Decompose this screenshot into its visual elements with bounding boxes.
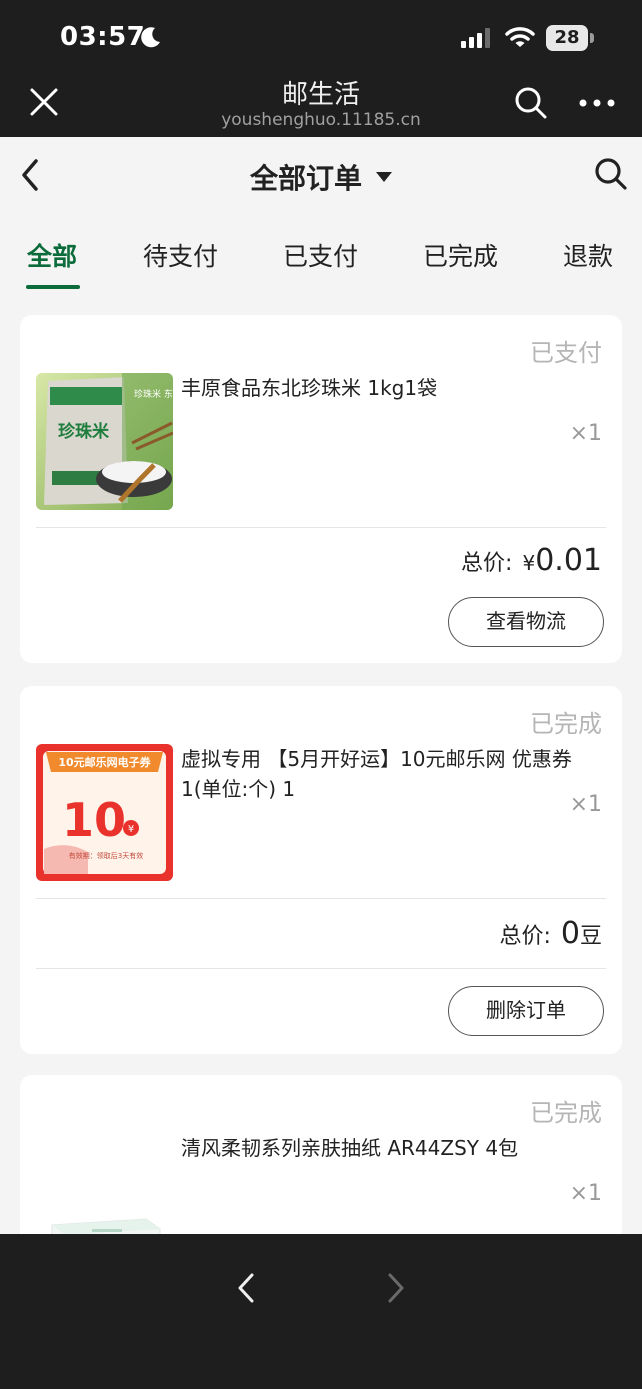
tab-pending-payment[interactable]: 待支付 [143,237,218,273]
coupon-amount-text: 10 [62,793,126,847]
product-quantity: ×1 [569,792,602,817]
total-currency: ¥ [522,551,536,575]
total-value: 0 [560,916,580,951]
order-total: 总价: 0豆 [499,916,602,951]
order-card[interactable]: 已支付 珍珠米 珍珠米 东北大米 [20,315,622,663]
tab-all[interactable]: 全部 [27,237,77,273]
tab-refund[interactable]: 退款 [563,237,613,273]
browser-back-icon[interactable] [234,1272,258,1304]
dropdown-caret-icon [376,172,392,182]
thumb-side-text: 珍珠米 东北大米 [134,388,173,400]
order-status: 已完成 [530,710,602,738]
active-tab-indicator [26,285,80,289]
order-total: 总价: ¥0.01 [461,543,602,578]
more-icon[interactable] [578,92,616,114]
signal-icon [461,28,490,48]
product-image[interactable]: 珍珠米 珍珠米 东北大米 [36,373,173,510]
status-time: 03:57 [60,22,146,52]
thumb-brand-text: 珍珠米 [58,421,110,442]
browser-header: 03:57 28 邮生活 youshenghuo.11185.cn [0,0,642,137]
coupon-yen-text: ¥ [128,824,134,835]
product-name[interactable]: 清风柔韧系列亲肤抽纸 AR44ZSY 4包 [181,1133,606,1163]
order-card[interactable]: 已完成 清风柔韧系列亲肤抽纸 AR44ZSY 4包 ×1 [20,1075,622,1234]
page-title[interactable]: 全部订单 [0,157,642,197]
browser-forward-icon[interactable] [384,1272,408,1304]
tab-completed[interactable]: 已完成 [423,237,498,273]
wifi-icon [505,27,535,47]
product-quantity: ×1 [569,421,602,446]
battery-level: 28 [546,25,588,51]
order-card[interactable]: 已完成 10元邮乐网电子券 10 ¥ 有效期：领取后3天有效 虚拟专用 【5月开… [20,686,622,1054]
view-logistics-button[interactable]: 查看物流 [448,597,604,647]
divider [36,527,606,528]
product-image[interactable]: 10元邮乐网电子券 10 ¥ 有效期：领取后3天有效 [36,744,173,881]
tab-paid[interactable]: 已支付 [283,237,358,273]
product-quantity: ×1 [569,1181,602,1206]
coupon-footer-text: 有效期：领取后3天有效 [69,851,143,860]
page-title-text: 全部订单 [249,162,362,195]
total-value: 0.01 [535,543,602,578]
total-label: 总价: [461,551,513,576]
total-suffix: 豆 [579,924,602,949]
product-name[interactable]: 虚拟专用 【5月开好运】10元邮乐网 优惠券 1(单位:个) 1 [181,744,606,804]
search-icon[interactable] [514,86,548,120]
search-icon[interactable] [594,157,628,191]
order-status: 已完成 [530,1099,602,1127]
divider [36,898,606,899]
product-image[interactable] [36,1133,173,1234]
product-name[interactable]: 丰原食品东北珍珠米 1kg1袋 [181,373,606,403]
delete-order-button[interactable]: 删除订单 [448,986,604,1036]
browser-toolbar [0,1234,642,1389]
order-status: 已支付 [530,339,602,367]
coupon-header-text: 10元邮乐网电子券 [58,755,151,769]
battery-icon: 28 [546,25,594,51]
order-tabs: 全部 待支付 已支付 已完成 退款 [0,237,642,297]
divider [36,968,606,969]
orders-page: 全部订单 全部 待支付 已支付 已完成 退款 已支付 珍珠米 珍珠米 东 丰原食… [0,137,642,1234]
total-label: 总价: [499,924,551,949]
moon-icon [141,27,160,48]
